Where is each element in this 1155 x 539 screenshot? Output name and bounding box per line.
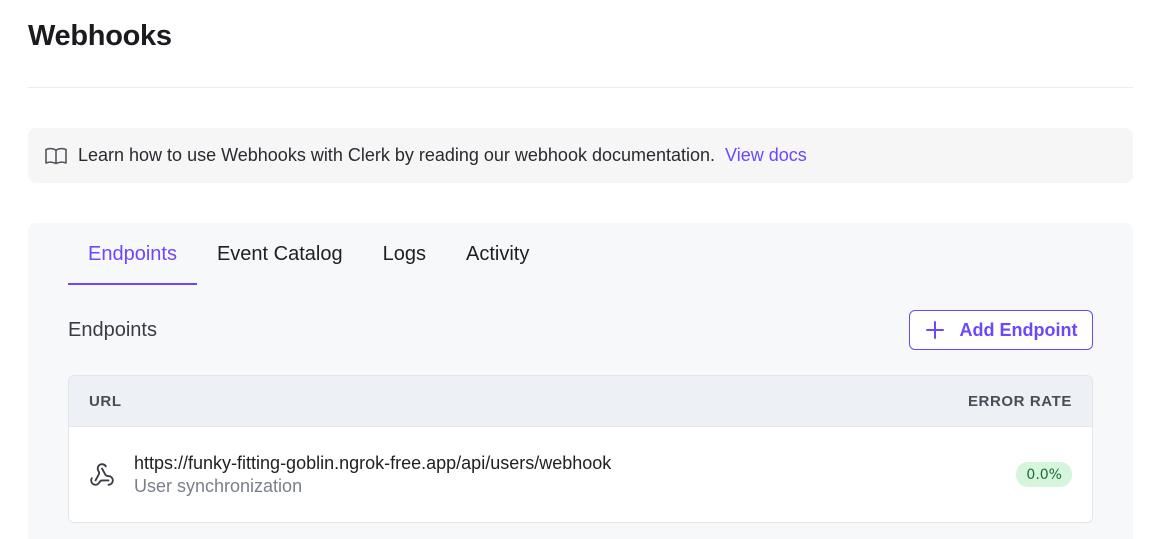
docs-banner: Learn how to use Webhooks with Clerk by … <box>28 128 1133 183</box>
page-title: Webhooks <box>28 20 172 52</box>
endpoint-url: https://funky-fitting-goblin.ngrok-free.… <box>134 453 612 473</box>
add-endpoint-button[interactable]: Add Endpoint <box>909 310 1093 350</box>
column-header-url: URL <box>89 392 122 410</box>
endpoints-table: URL ERROR RATE https://funky-fitting-gob… <box>68 375 1093 523</box>
table-row[interactable]: https://funky-fitting-goblin.ngrok-free.… <box>69 427 1092 522</box>
plus-icon <box>925 320 945 340</box>
webhook-icon <box>89 462 115 488</box>
error-rate-badge: 0.0% <box>1016 462 1072 487</box>
tab-event-catalog[interactable]: Event Catalog <box>197 223 363 285</box>
tab-endpoints[interactable]: Endpoints <box>68 223 197 285</box>
view-docs-link[interactable]: View docs <box>725 145 807 166</box>
tab-logs[interactable]: Logs <box>363 223 446 285</box>
endpoint-description: User synchronization <box>134 476 303 496</box>
add-endpoint-label: Add Endpoint <box>959 319 1078 340</box>
tab-bar: Endpoints Event Catalog Logs Activity <box>68 223 549 285</box>
book-open-icon <box>45 147 67 165</box>
table-header: URL ERROR RATE <box>69 376 1092 427</box>
docs-banner-text: Learn how to use Webhooks with Clerk by … <box>78 145 716 165</box>
webhooks-panel: Endpoints Event Catalog Logs Activity En… <box>28 223 1133 539</box>
section-title: Endpoints <box>68 319 157 341</box>
endpoint-info: https://funky-fitting-goblin.ngrok-free.… <box>134 452 611 498</box>
column-header-error-rate: ERROR RATE <box>967 392 1072 410</box>
tab-activity[interactable]: Activity <box>446 223 549 285</box>
header-divider <box>28 87 1133 88</box>
